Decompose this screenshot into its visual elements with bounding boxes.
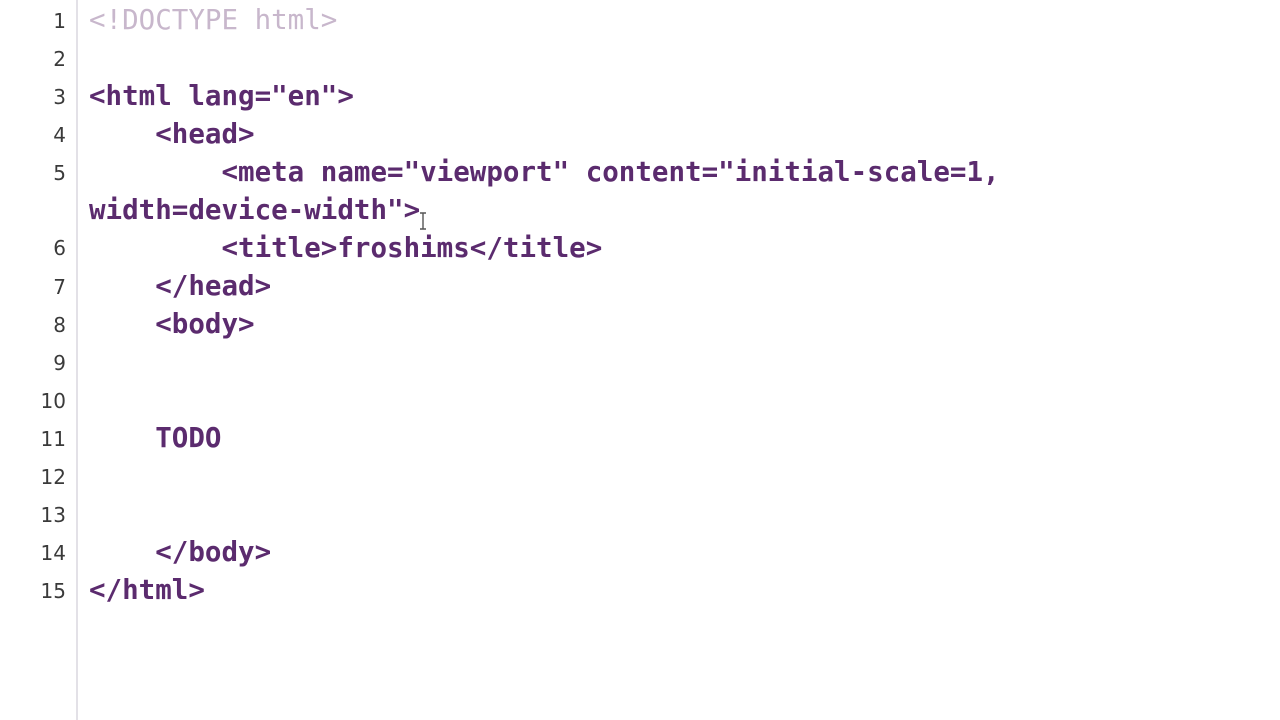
line-number: 1 — [53, 9, 66, 33]
code-line-body-close[interactable]: </body> — [89, 533, 271, 571]
code-line-meta[interactable]: <meta name="viewport" content="initial-s… — [89, 153, 999, 191]
line-number: 10 — [40, 389, 66, 413]
line-number: 14 — [40, 541, 66, 565]
text-cursor-icon — [418, 212, 428, 230]
code-line-title[interactable]: <title>froshims</title> — [89, 229, 602, 267]
line-number: 15 — [40, 579, 66, 603]
line-number: 5 — [53, 161, 66, 185]
code-line-html-open[interactable]: <html lang="en"> — [89, 77, 354, 115]
code-line-body-open[interactable]: <body> — [89, 305, 254, 343]
code-line-html-close[interactable]: </html> — [89, 571, 205, 609]
line-number: 12 — [40, 465, 66, 489]
code-line-head-open[interactable]: <head> — [89, 115, 254, 153]
line-number: 4 — [53, 123, 66, 147]
line-number: 8 — [53, 313, 66, 337]
code-editor[interactable]: 1 2 3 4 5 6 7 8 9 10 11 12 13 14 15 <!DO… — [0, 0, 1280, 720]
line-number-gutter: 1 2 3 4 5 6 7 8 9 10 11 12 13 14 15 — [0, 0, 76, 720]
line-number: 13 — [40, 503, 66, 527]
code-line-doctype[interactable]: <!DOCTYPE html> — [89, 1, 337, 39]
line-number: 11 — [40, 427, 66, 451]
line-number: 9 — [53, 351, 66, 375]
line-number: 7 — [53, 275, 66, 299]
line-number: 2 — [53, 47, 66, 71]
line-number: 3 — [53, 85, 66, 109]
code-line-head-close[interactable]: </head> — [89, 267, 271, 305]
line-number: 6 — [53, 236, 66, 260]
code-line-meta-wrap[interactable]: width=device-width"> — [89, 191, 420, 229]
gutter-divider — [76, 0, 78, 720]
code-line-todo[interactable]: TODO — [89, 419, 221, 457]
